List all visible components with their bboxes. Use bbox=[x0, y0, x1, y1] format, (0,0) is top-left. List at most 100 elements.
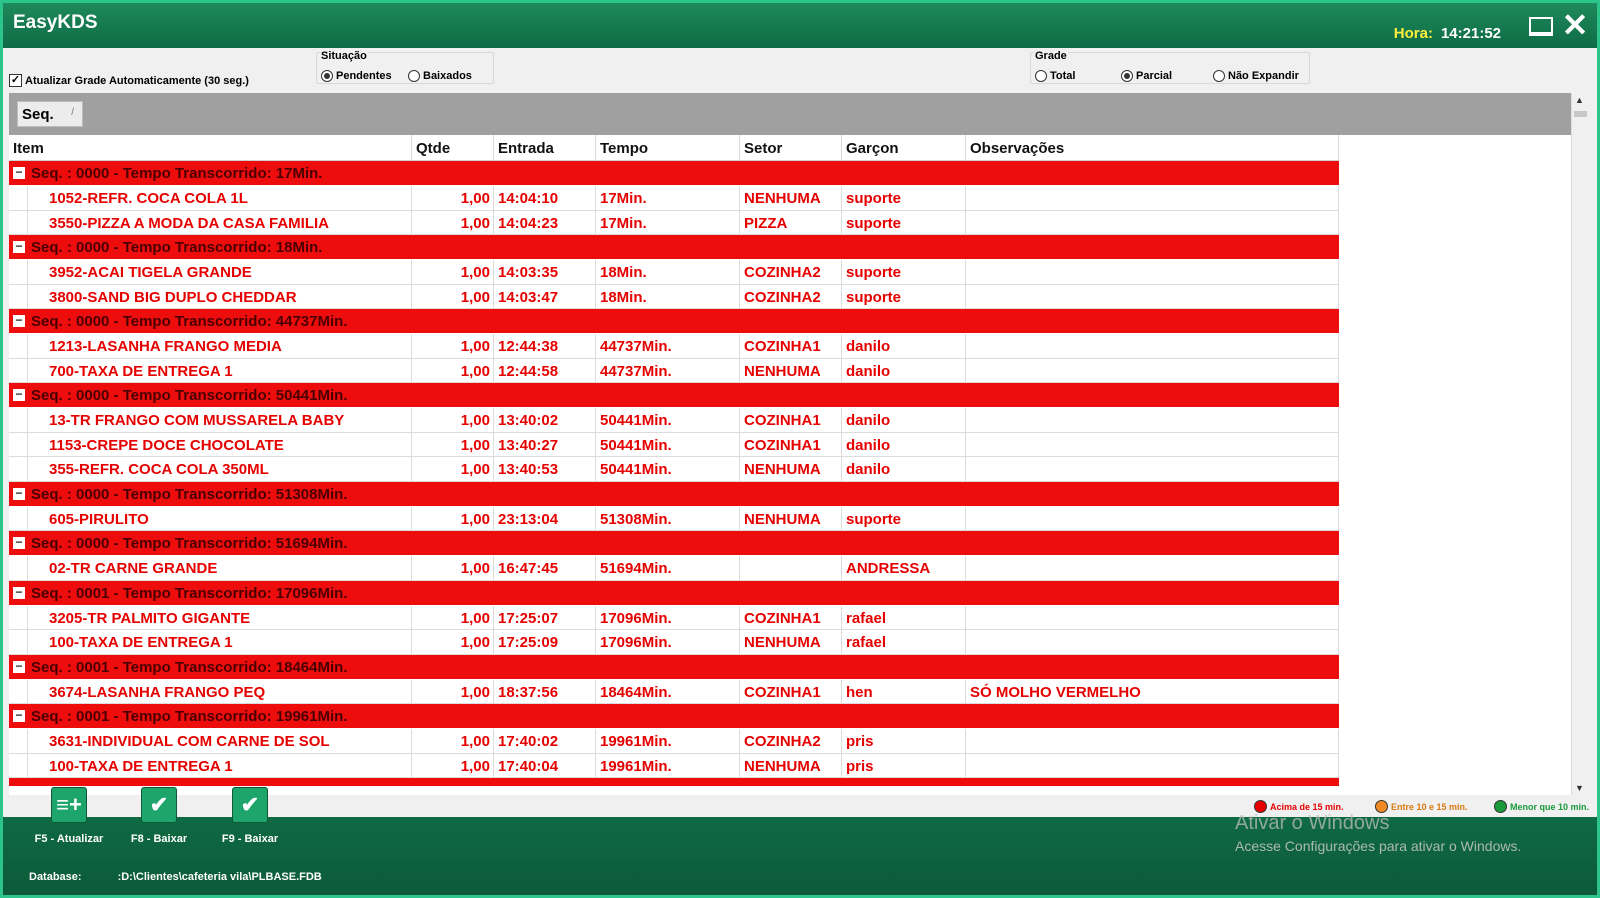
radio-parcial[interactable]: Parcial bbox=[1121, 70, 1172, 82]
radio-baixados[interactable]: Baixados bbox=[408, 70, 472, 82]
cell-tempo: 50441Min. bbox=[596, 432, 740, 456]
group-row-partial bbox=[9, 778, 1339, 786]
clock-value: 14:21:52 bbox=[1440, 25, 1501, 42]
collapse-icon[interactable]: − bbox=[13, 487, 25, 500]
cell-setor: COZINHA1 bbox=[740, 605, 842, 629]
cell-item: 3952-ACAI TIGELA GRANDE bbox=[9, 260, 412, 284]
cell-tempo: 19961Min. bbox=[596, 729, 740, 753]
table-row[interactable]: 100-TAXA DE ENTREGA 1 1,00 17:25:09 17096Mi… bbox=[9, 630, 1339, 655]
group-row[interactable]: − Seq. : 0000 - Tempo Transcorrido: 50441… bbox=[9, 383, 1339, 408]
cell-garcon: danilo bbox=[842, 457, 966, 481]
table-row[interactable]: 1052-REFR. COCA COLA 1L 1,00 14:04:10 17Min… bbox=[9, 186, 1339, 211]
grid-body: − Seq. : 0000 - Tempo Transcorrido: 17Min… bbox=[9, 161, 1339, 778]
column-header-garcon[interactable]: Garçon bbox=[842, 135, 966, 160]
cell-observacoes bbox=[966, 334, 1339, 358]
cell-setor: NENHUMA bbox=[740, 358, 842, 382]
cell-observacoes bbox=[966, 284, 1339, 308]
table-row[interactable]: 100-TAXA DE ENTREGA 1 1,00 17:40:04 19961Mi… bbox=[9, 753, 1339, 778]
table-row[interactable]: 3952-ACAI TIGELA GRANDE 1,00 14:03:35 18Min… bbox=[9, 260, 1339, 285]
cell-setor bbox=[740, 556, 842, 580]
cell-item: 3631-INDIVIDUAL COM CARNE DE SOL bbox=[9, 729, 412, 753]
cell-tempo: 18Min. bbox=[596, 284, 740, 308]
cell-garcon: suporte bbox=[842, 210, 966, 234]
radio-pendentes[interactable]: Pendentes bbox=[321, 70, 392, 82]
close-icon: ✕ bbox=[1561, 7, 1589, 43]
cell-item: 1153-CREPE DOCE CHOCOLATE bbox=[9, 432, 412, 456]
group-row[interactable]: − Seq. : 0001 - Tempo Transcorrido: 17096… bbox=[9, 580, 1339, 606]
auto-refresh-label: Atualizar Grade Automaticamente (30 seg.… bbox=[25, 74, 249, 87]
cell-setor: NENHUMA bbox=[740, 506, 842, 530]
column-header-qtde[interactable]: Qtde bbox=[412, 135, 494, 160]
collapse-icon[interactable]: − bbox=[13, 709, 25, 722]
collapse-icon[interactable]: − bbox=[13, 660, 25, 673]
column-header-tempo[interactable]: Tempo bbox=[596, 135, 740, 160]
collapse-icon[interactable]: − bbox=[13, 536, 25, 549]
f8-baixar-button[interactable]: ✔ F8 - Baixar bbox=[114, 787, 204, 845]
cell-observacoes bbox=[966, 605, 1339, 629]
group-row[interactable]: − Seq. : 0001 - Tempo Transcorrido: 19961… bbox=[9, 704, 1339, 729]
cell-observacoes: SÓ MOLHO VERMELHO bbox=[966, 679, 1339, 703]
collapse-icon[interactable]: − bbox=[13, 166, 25, 179]
group-row[interactable]: − Seq. : 0000 - Tempo Transcorrido: 51308… bbox=[9, 481, 1339, 507]
table-row[interactable]: 3550-PIZZA A MODA DA CASA FAMILIA 1,00 14:… bbox=[9, 210, 1339, 235]
scroll-down-icon[interactable]: ▼ bbox=[1575, 783, 1584, 793]
f9-baixar-button[interactable]: ✔ F9 - Baixar bbox=[205, 787, 295, 845]
group-row[interactable]: − Seq. : 0000 - Tempo Transcorrido: 44737… bbox=[9, 309, 1339, 334]
table-row[interactable]: 3674-LASANHA FRANGO PEQ 1,00 18:37:56 18464… bbox=[9, 679, 1339, 704]
column-header-item[interactable]: Item bbox=[9, 135, 412, 160]
radio-nao-expandir[interactable]: Não Expandir bbox=[1213, 70, 1299, 82]
radio-total[interactable]: Total bbox=[1035, 70, 1075, 82]
group-chip-seq[interactable]: Seq. / bbox=[17, 101, 83, 127]
collapse-icon[interactable]: − bbox=[13, 586, 25, 599]
scroll-thumb[interactable] bbox=[1574, 111, 1587, 117]
cell-qtde: 1,00 bbox=[412, 630, 494, 654]
group-row[interactable]: − Seq. : 0000 - Tempo Transcorrido: 51694… bbox=[9, 531, 1339, 556]
table-row[interactable]: 13-TR FRANGO COM MUSSARELA BABY 1,00 13:40… bbox=[9, 408, 1339, 433]
group-header-text: Seq. : 0000 - Tempo Transcorrido: 50441M… bbox=[31, 387, 348, 404]
group-row[interactable]: − Seq. : 0001 - Tempo Transcorrido: 18464… bbox=[9, 654, 1339, 680]
group-header-text: Seq. : 0000 - Tempo Transcorrido: 17Min. bbox=[31, 165, 323, 182]
legend-under-10: Menor que 10 min. bbox=[1494, 800, 1589, 813]
collapse-icon[interactable]: − bbox=[13, 314, 25, 327]
column-header-observacoes[interactable]: Observações bbox=[966, 135, 1339, 160]
cell-item: 355-REFR. COCA COLA 350ML bbox=[9, 457, 412, 481]
database-path: Database::D:\Clientes\cafeteria vila\PLB… bbox=[29, 871, 322, 883]
table-row[interactable]: 1153-CREPE DOCE CHOCOLATE 1,00 13:40:27 504… bbox=[9, 432, 1339, 457]
auto-refresh-checkbox[interactable]: ✓ Atualizar Grade Automaticamente (30 se… bbox=[9, 74, 249, 87]
cell-garcon: danilo bbox=[842, 408, 966, 432]
close-button[interactable]: ✕ bbox=[1561, 9, 1589, 41]
cell-item: 02-TR CARNE GRANDE bbox=[9, 556, 412, 580]
cell-qtde: 1,00 bbox=[412, 358, 494, 382]
cell-garcon: danilo bbox=[842, 358, 966, 382]
column-header-entrada[interactable]: Entrada bbox=[494, 135, 596, 160]
maximize-button[interactable] bbox=[1527, 13, 1555, 39]
table-row[interactable]: 700-TAXA DE ENTREGA 1 1,00 12:44:58 44737Mi… bbox=[9, 358, 1339, 383]
group-header-text: Seq. : 0000 - Tempo Transcorrido: 51694M… bbox=[31, 535, 348, 552]
collapse-icon[interactable]: − bbox=[13, 388, 25, 401]
group-header-text: Seq. : 0000 - Tempo Transcorrido: 51308M… bbox=[31, 485, 348, 503]
table-row[interactable]: 605-PIRULITO 1,00 23:13:04 51308Min. NENHUMA… bbox=[9, 506, 1339, 531]
cell-tempo: 17096Min. bbox=[596, 630, 740, 654]
table-row[interactable]: 3800-SAND BIG DUPLO CHEDDAR 1,00 14:03:47 1… bbox=[9, 284, 1339, 309]
table-row[interactable]: 3205-TR PALMITO GIGANTE 1,00 17:25:07 17096… bbox=[9, 605, 1339, 630]
group-row[interactable]: − Seq. : 0000 - Tempo Transcorrido: 18Min… bbox=[9, 235, 1339, 260]
group-row[interactable]: − Seq. : 0000 - Tempo Transcorrido: 17Min… bbox=[9, 161, 1339, 186]
cell-observacoes bbox=[966, 457, 1339, 481]
cell-observacoes bbox=[966, 186, 1339, 210]
cell-garcon: pris bbox=[842, 729, 966, 753]
cell-observacoes bbox=[966, 556, 1339, 580]
cell-observacoes bbox=[966, 210, 1339, 234]
collapse-icon[interactable]: − bbox=[13, 240, 25, 253]
f5-refresh-button[interactable]: ≡+ F5 - Atualizar bbox=[24, 787, 114, 845]
column-header-setor[interactable]: Setor bbox=[740, 135, 842, 160]
table-row[interactable]: 355-REFR. COCA COLA 350ML 1,00 13:40:53 504… bbox=[9, 457, 1339, 482]
table-row[interactable]: 1213-LASANHA FRANGO MEDIA 1,00 12:44:38 447… bbox=[9, 334, 1339, 359]
cell-entrada: 16:47:45 bbox=[494, 556, 596, 580]
scroll-up-icon[interactable]: ▲ bbox=[1575, 95, 1584, 105]
table-row[interactable]: 02-TR CARNE GRANDE 1,00 16:47:45 51694Min. A… bbox=[9, 556, 1339, 581]
vertical-scrollbar[interactable]: ▲ ▼ bbox=[1571, 93, 1588, 795]
cell-garcon: suporte bbox=[842, 284, 966, 308]
table-row[interactable]: 3631-INDIVIDUAL COM CARNE DE SOL 1,00 17:4… bbox=[9, 729, 1339, 754]
group-header-text: Seq. : 0001 - Tempo Transcorrido: 18464M… bbox=[31, 658, 348, 676]
group-header-text: Seq. : 0001 - Tempo Transcorrido: 19961M… bbox=[31, 708, 348, 725]
